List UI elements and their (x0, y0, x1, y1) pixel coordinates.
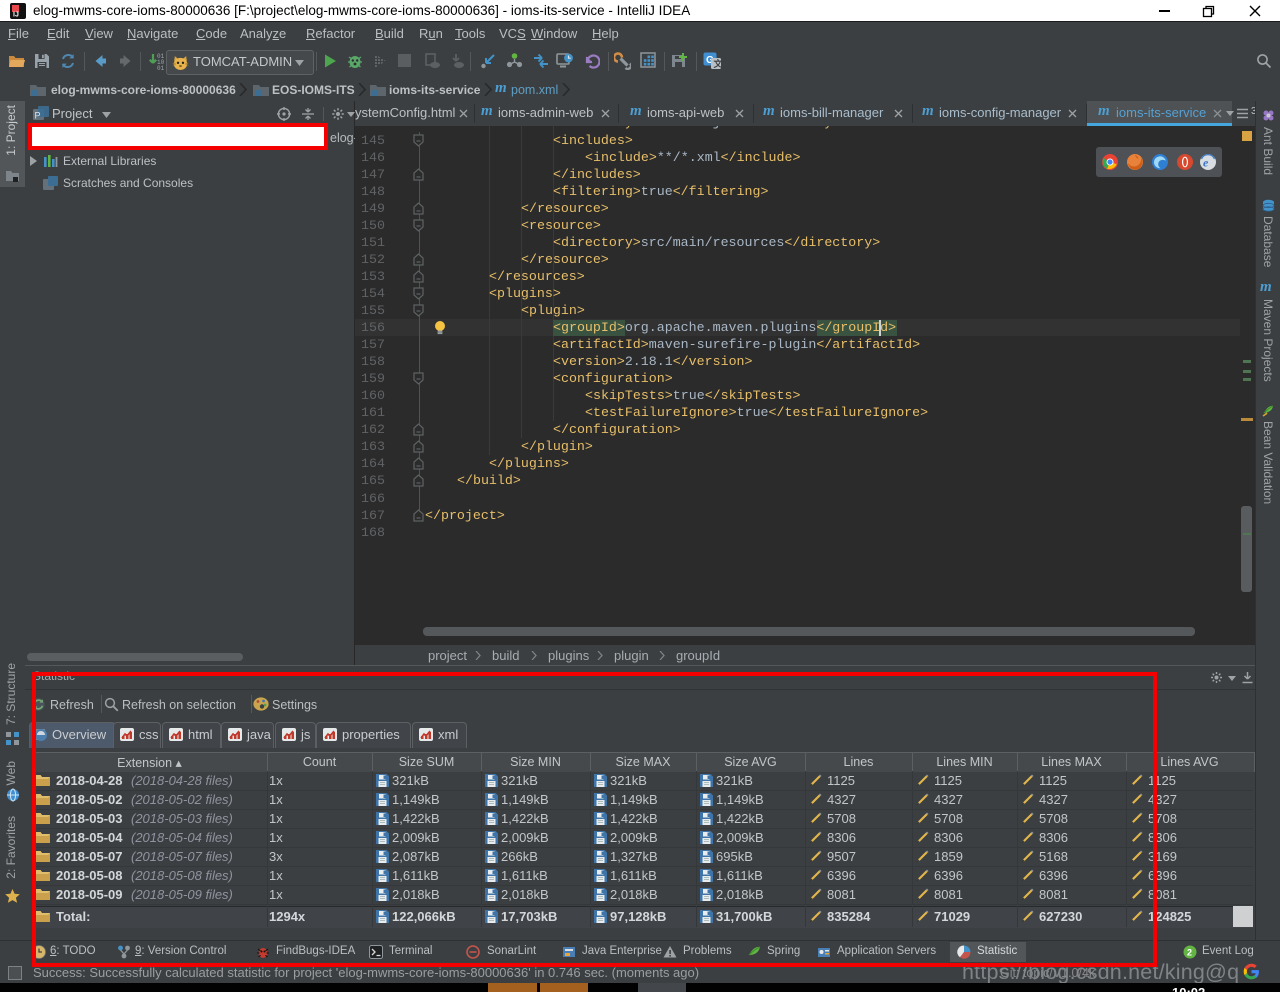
svg-text:2: 2 (1187, 948, 1192, 958)
svg-text:IJ: IJ (13, 12, 19, 19)
svg-text:01: 01 (157, 65, 165, 70)
svg-text:e: e (1203, 156, 1209, 170)
svg-text:P: P (35, 111, 41, 121)
svg-text:文: 文 (713, 58, 723, 69)
